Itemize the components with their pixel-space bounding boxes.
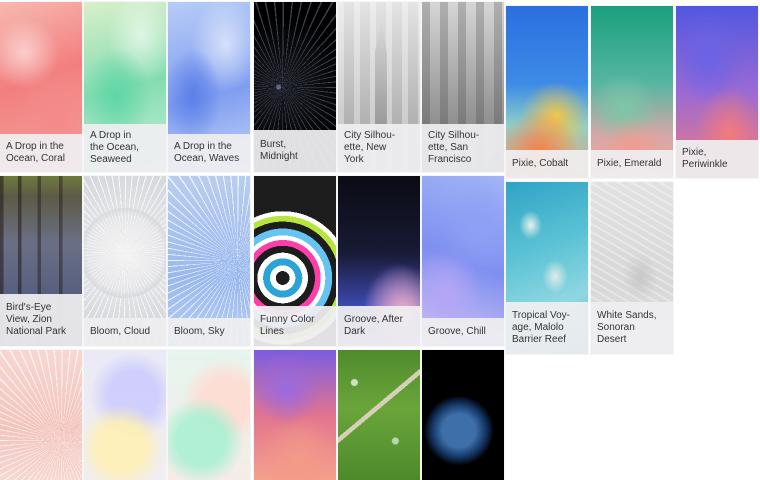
wallpaper-tile-earth[interactable]	[422, 350, 504, 480]
wallpaper-tile-bloom-sky[interactable]: Bloom, Sky	[168, 176, 250, 346]
wallpaper-tile-zion[interactable]: Bird's-Eye View, Zion National Park	[0, 176, 82, 346]
wallpaper-caption: Groove, After Dark	[338, 306, 420, 346]
wallpaper-tile-city-new-york[interactable]: City Silhou-ette, New York	[338, 2, 420, 172]
wallpaper-tile-waves[interactable]: A Drop in the Ocean, Waves	[168, 2, 250, 172]
wallpaper-caption: Bird's-Eye View, Zion National Park	[0, 294, 82, 346]
wallpaper-tile-burst-midnight[interactable]: Burst, Midnight	[254, 2, 336, 172]
wallpaper-caption: Bloom, Sky	[168, 318, 250, 346]
wallpaper-tile-groove-chill[interactable]: Groove, Chill	[422, 176, 504, 346]
wallpaper-caption: Bloom, Cloud	[84, 318, 166, 346]
wallpaper-thumbnail	[338, 350, 420, 480]
wallpaper-tile-pixie-cobalt[interactable]: Pixie, Cobalt	[506, 6, 588, 178]
wallpaper-caption: Pixie, Cobalt	[506, 150, 588, 178]
wallpaper-tile-pixie-gradient[interactable]	[254, 350, 336, 480]
wallpaper-caption: White Sands, Sonoran Desert	[591, 302, 673, 354]
wallpaper-caption: Groove, Chill	[422, 318, 504, 346]
wallpaper-tile-city-san-francisco[interactable]: City Silhou-ette, San Francisco	[422, 2, 504, 172]
wallpaper-caption: A Drop in the Ocean, Coral	[0, 134, 82, 172]
wallpaper-caption: Tropical Voy-age, Malolo Barrier Reef	[506, 302, 588, 354]
wallpaper-caption: City Silhou-ette, San Francisco	[422, 124, 504, 172]
wallpaper-tile-coral[interactable]: A Drop in the Ocean, Coral	[0, 2, 82, 172]
wallpaper-caption: Pixie, Periwinkle	[676, 140, 758, 178]
wallpaper-tile-pixie-emerald[interactable]: Pixie, Emerald	[591, 6, 673, 178]
wallpaper-caption: City Silhou-ette, New York	[338, 124, 420, 172]
wallpaper-caption: Burst, Midnight	[254, 130, 336, 172]
wallpaper-tile-tropical-voyage[interactable]: Tropical Voy-age, Malolo Barrier Reef	[506, 182, 588, 354]
wallpaper-tile-orbs-lavender[interactable]	[84, 350, 166, 480]
wallpaper-caption: Funny Color Lines	[254, 306, 336, 346]
wallpaper-thumbnail	[422, 350, 504, 480]
wallpaper-tile-bloom-pink[interactable]	[0, 350, 82, 480]
wallpaper-thumbnail	[0, 350, 82, 480]
wallpaper-tile-seaweed[interactable]: A Drop in the Ocean, Seaweed	[84, 2, 166, 172]
wallpaper-tile-funny-color-lines[interactable]: Funny Color Lines	[254, 176, 336, 346]
wallpaper-tile-groove-after-dark[interactable]: Groove, After Dark	[338, 176, 420, 346]
wallpaper-caption: A Drop in the Ocean, Waves	[168, 134, 250, 172]
wallpaper-tile-green-meadow[interactable]	[338, 350, 420, 480]
wallpaper-tile-white-sands[interactable]: White Sands, Sonoran Desert	[591, 182, 673, 354]
wallpaper-caption: Pixie, Emerald	[591, 150, 673, 178]
wallpaper-thumbnail	[84, 350, 166, 480]
wallpaper-caption: A Drop in the Ocean, Seaweed	[84, 124, 166, 172]
wallpaper-thumbnail	[168, 350, 250, 480]
wallpaper-tile-bloom-cloud[interactable]: Bloom, Cloud	[84, 176, 166, 346]
wallpaper-tile-orbs-mint[interactable]	[168, 350, 250, 480]
wallpaper-thumbnail	[254, 350, 336, 480]
wallpaper-tile-pixie-periwinkle[interactable]: Pixie, Periwinkle	[676, 6, 758, 178]
